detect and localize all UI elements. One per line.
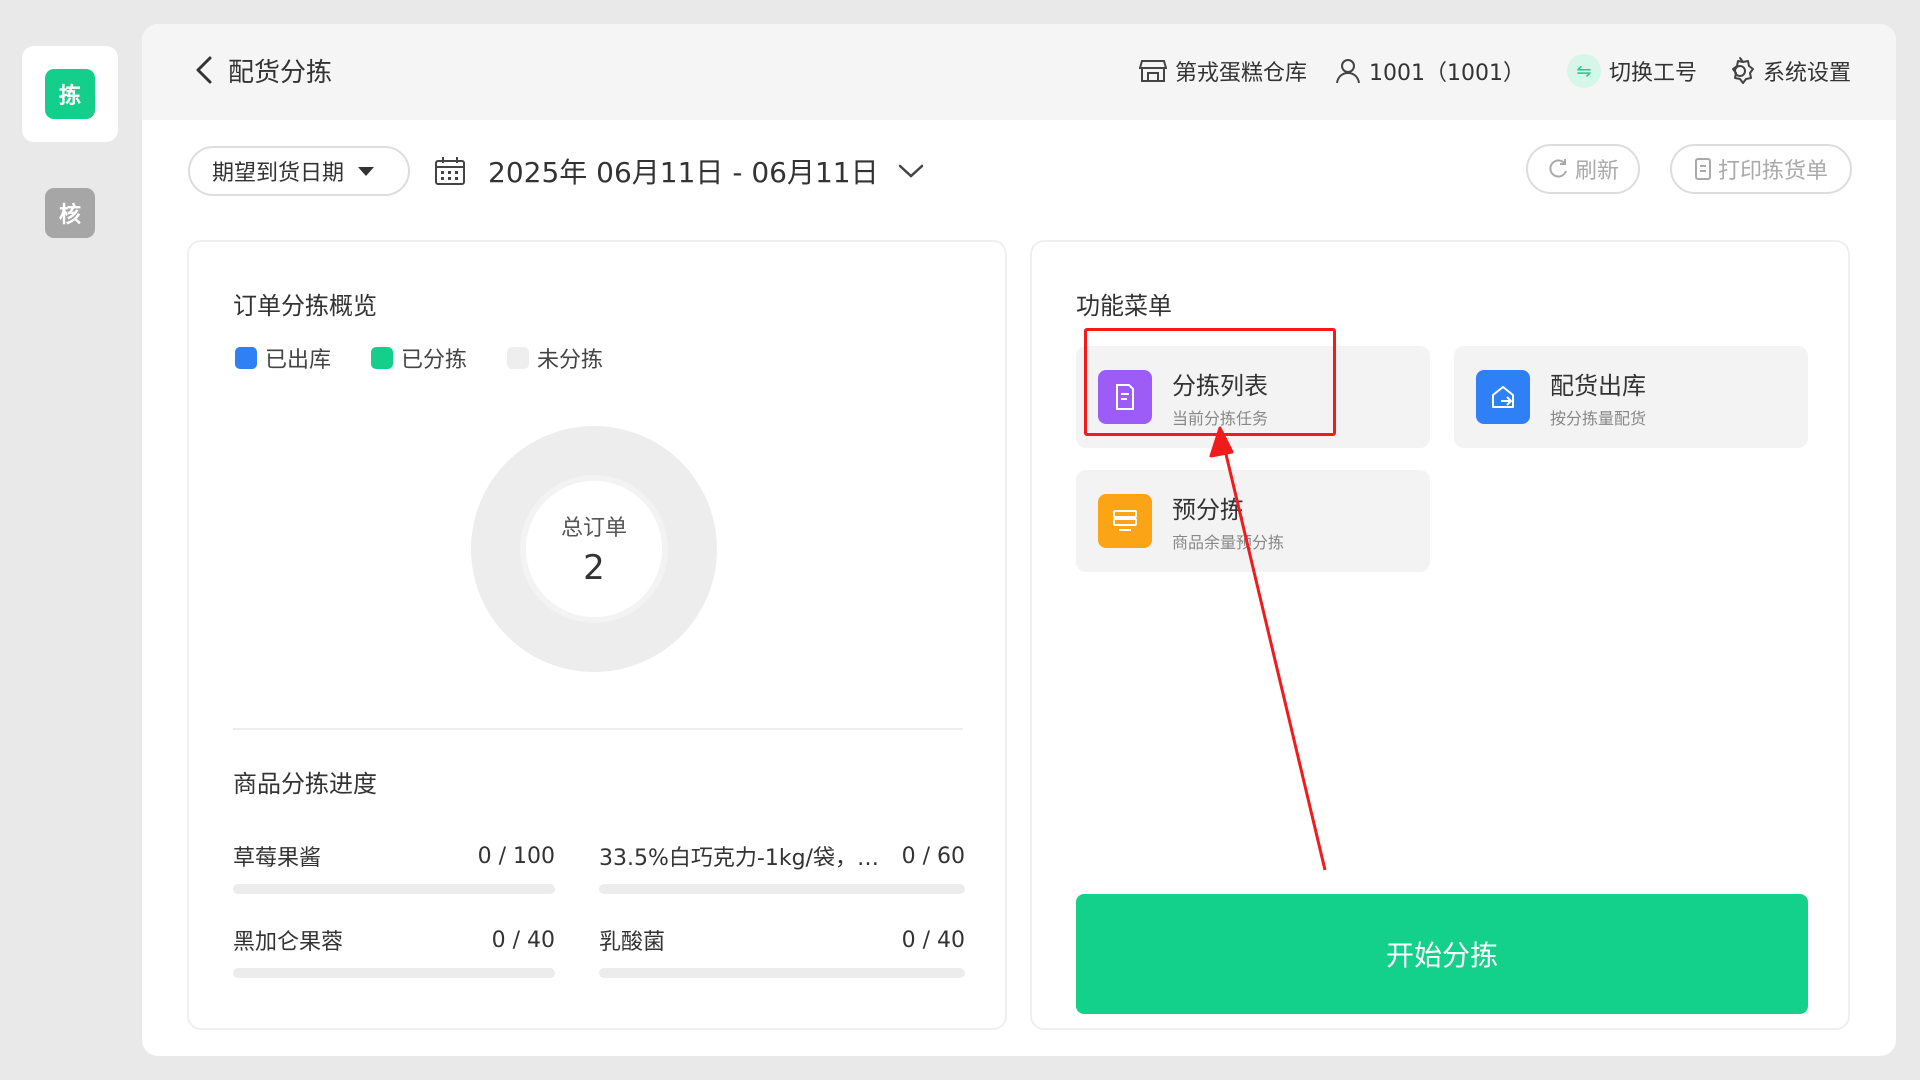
overview-title: 订单分拣概览 [233, 292, 377, 320]
gear-icon [1731, 57, 1754, 84]
overview-card: 订单分拣概览 已出库 已分拣 未分拣 总订单 2 商品分拣进度 草莓果酱 0 /… [187, 240, 1007, 1030]
top-bar: 配货分拣 第戎蛋糕仓库 1001（1001） ⇋ 切换工号 系统设置 [142, 24, 1896, 120]
chevron-down-icon [898, 164, 923, 178]
legend-item-sorted: 已分拣 [371, 342, 467, 374]
page-title: 配货分拣 [228, 57, 333, 88]
refresh-button[interactable]: 刷新 [1526, 144, 1640, 194]
progress-item: 黑加仑果蓉 0 / 40 [233, 924, 555, 978]
progress-title: 商品分拣进度 [233, 770, 377, 798]
menu-title: 功能菜单 [1076, 292, 1172, 320]
store-icon [1138, 60, 1167, 82]
progress-bar [599, 968, 965, 978]
warehouse-selector[interactable]: 第戎蛋糕仓库 [1138, 55, 1307, 87]
product-name: 草莓果酱 [233, 846, 322, 871]
main-panel: 配货分拣 第戎蛋糕仓库 1001（1001） ⇋ 切换工号 系统设置 期望到货日… [142, 24, 1896, 1056]
user-icon [1335, 59, 1360, 84]
switch-user-label: 切换工号 [1608, 61, 1697, 86]
progress-item: 乳酸菌 0 / 40 [599, 924, 965, 978]
date-type-label: 期望到货日期 [212, 161, 345, 186]
menu-item-name: 预分拣 [1172, 495, 1244, 524]
swap-icon: ⇋ [1566, 54, 1601, 88]
legend-swatch [371, 347, 394, 369]
progress-value: 0 / 100 [477, 843, 555, 869]
settings-button[interactable]: 系统设置 [1725, 55, 1851, 87]
legend-item-unsorted: 未分拣 [507, 342, 603, 374]
total-orders-value: 2 [583, 548, 605, 588]
legend-label: 已出库 [265, 348, 332, 373]
switch-user-button[interactable]: ⇋ 切换工号 [1566, 54, 1697, 88]
menu-item-desc: 按分拣量配货 [1550, 408, 1647, 428]
rail-tab-verify[interactable]: 核 [45, 188, 95, 238]
legend-label: 已分拣 [401, 348, 468, 373]
print-pick-list-button[interactable]: 打印拣货单 [1670, 144, 1852, 194]
total-orders-label: 总订单 [560, 516, 627, 541]
date-type-dropdown[interactable]: 期望到货日期 [188, 146, 410, 196]
document-icon [1694, 158, 1711, 180]
user-id: 1001（1001） [1368, 61, 1525, 86]
legend-swatch [235, 347, 257, 369]
box-out-icon [1476, 370, 1530, 424]
caret-down-icon [358, 166, 375, 176]
warehouse-name: 第戎蛋糕仓库 [1174, 61, 1307, 86]
menu-item-desc: 商品余量预分拣 [1172, 532, 1285, 552]
refresh-label: 刷新 [1574, 159, 1619, 184]
back-button[interactable]: 配货分拣 [190, 50, 332, 90]
left-rail: 拣 核 [0, 0, 140, 1080]
progress-item: 草莓果酱 0 / 100 [233, 840, 555, 894]
progress-value: 0 / 40 [901, 927, 965, 953]
legend-item-shipped: 已出库 [235, 342, 331, 374]
menu-item-pre-sort[interactable]: 预分拣 商品余量预分拣 [1076, 470, 1430, 572]
chevron-left-icon [196, 56, 212, 84]
date-range-picker[interactable]: 2025年 06月11日 - 06月11日 [434, 148, 947, 194]
divider [233, 728, 963, 730]
product-name: 黑加仑果蓉 [233, 930, 344, 955]
sorting-icon: 拣 [45, 69, 95, 119]
product-name: 乳酸菌 [599, 930, 666, 955]
annotation-highlight-box [1084, 328, 1336, 436]
start-sorting-button[interactable]: 开始分拣 [1076, 894, 1808, 1014]
stack-icon [1098, 494, 1152, 548]
progress-item: 33.5%白巧克力-1kg/袋，1... 0 / 60 [599, 840, 965, 894]
progress-bar [599, 884, 965, 894]
date-range-value: 2025年 06月11日 - 06月11日 [488, 156, 879, 189]
calendar-icon [435, 157, 465, 185]
menu-item-ship-out[interactable]: 配货出库 按分拣量配货 [1454, 346, 1808, 448]
progress-value: 0 / 60 [901, 843, 965, 869]
progress-bar [233, 968, 555, 978]
legend-swatch [507, 347, 530, 369]
settings-label: 系统设置 [1762, 61, 1851, 86]
progress-value: 0 / 40 [491, 927, 555, 953]
progress-bar [233, 884, 555, 894]
product-name: 33.5%白巧克力-1kg/袋，1... [599, 846, 890, 871]
legend: 已出库 已分拣 未分拣 [235, 342, 603, 374]
refresh-icon [1549, 159, 1567, 178]
donut-center: 总订单 2 [471, 426, 717, 672]
legend-label: 未分拣 [537, 348, 604, 373]
menu-item-name: 配货出库 [1550, 371, 1646, 400]
print-label: 打印拣货单 [1717, 159, 1828, 184]
rail-tab-sorting[interactable]: 拣 [22, 46, 118, 142]
user-info: 1001（1001） [1335, 55, 1525, 87]
